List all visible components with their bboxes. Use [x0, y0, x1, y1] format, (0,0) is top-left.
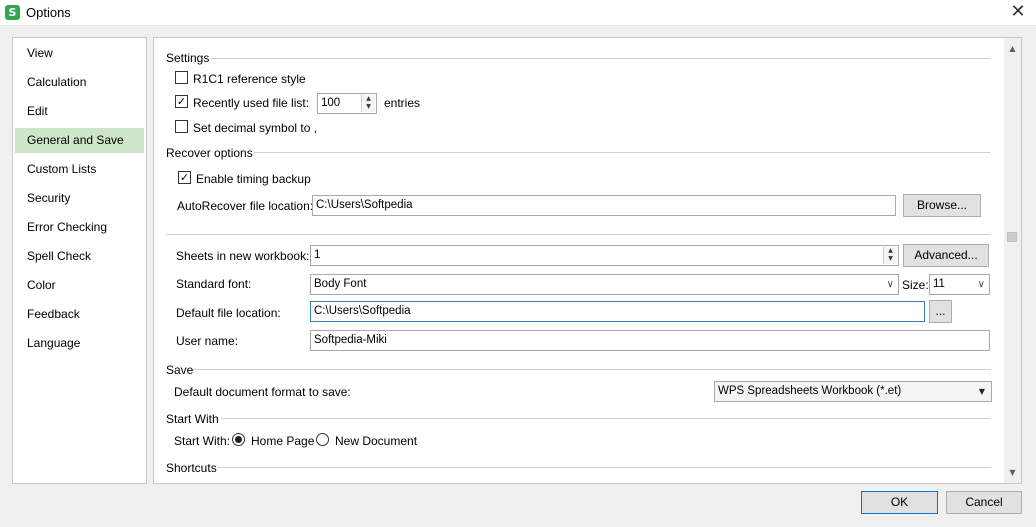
start-with-label: Start With: [174, 434, 231, 448]
app-logo-icon: S [5, 5, 20, 20]
sidebar-item-view[interactable]: View [15, 41, 144, 66]
autorecover-path-input[interactable]: C:\Users\Softpedia [312, 195, 896, 216]
timing-backup-checkbox[interactable]: ✓ [178, 171, 191, 184]
recent-files-count-value: 100 [321, 97, 341, 109]
decimal-symbol-checkbox[interactable] [175, 120, 188, 133]
start-with-section-title: Start With [166, 412, 219, 426]
sidebar-item-error-checking[interactable]: Error Checking [15, 215, 144, 240]
section-divider [166, 234, 991, 235]
options-category-list: View Calculation Edit General and Save C… [12, 37, 147, 484]
section-divider [221, 418, 991, 419]
chevron-down-icon: ∨ [886, 279, 894, 290]
section-divider [211, 58, 991, 59]
entries-label: entries [384, 96, 421, 110]
default-format-value: WPS Spreadsheets Workbook (*.et) [718, 385, 902, 397]
section-divider [217, 467, 991, 468]
default-file-location-input[interactable]: C:\Users\Softpedia [310, 301, 925, 322]
ok-button[interactable]: OK [861, 491, 938, 514]
autorecover-label: AutoRecover file location: [177, 199, 314, 213]
sidebar-item-custom-lists[interactable]: Custom Lists [15, 157, 144, 182]
default-file-location-label: Default file location: [176, 306, 281, 320]
sheets-count-input[interactable]: 1 ▲ ▼ [310, 245, 899, 266]
sidebar-item-general-and-save[interactable]: General and Save [15, 128, 144, 153]
sidebar-item-color[interactable]: Color [15, 273, 144, 298]
settings-section-title: Settings [166, 51, 210, 65]
font-size-select[interactable]: 11 ∨ [929, 274, 990, 295]
user-name-input[interactable]: Softpedia-Miki [310, 330, 990, 351]
browse-button[interactable]: Browse... [903, 194, 981, 217]
dropdown-arrow-icon: ▼ [978, 387, 985, 396]
recent-files-label: Recently used file list: [193, 96, 310, 110]
window-title: Options [26, 5, 71, 20]
save-section-title: Save [166, 363, 194, 377]
scrollbar-thumb[interactable] [1007, 232, 1017, 242]
new-document-label: New Document [335, 434, 418, 448]
user-name-label: User name: [176, 334, 239, 348]
home-page-label: Home Page [251, 434, 315, 448]
advanced-button[interactable]: Advanced... [903, 244, 989, 267]
close-icon[interactable]: ✕ [1008, 2, 1028, 22]
section-divider [193, 369, 991, 370]
settings-panel: Settings R1C1 reference style ✓ Recently… [153, 37, 1022, 484]
timing-backup-label: Enable timing backup [196, 172, 311, 186]
standard-font-label: Standard font: [176, 277, 252, 291]
recover-section-title: Recover options [166, 146, 253, 160]
sidebar-item-security[interactable]: Security [15, 186, 144, 211]
size-label: Size: [902, 278, 929, 292]
sidebar-item-calculation[interactable]: Calculation [15, 70, 144, 95]
default-format-label: Default document format to save: [174, 385, 351, 399]
default-format-select[interactable]: WPS Spreadsheets Workbook (*.et) ▼ [714, 381, 992, 402]
scroll-down-icon[interactable]: ▼ [1004, 464, 1021, 481]
sidebar-item-edit[interactable]: Edit [15, 99, 144, 124]
shortcuts-section-title: Shortcuts [166, 461, 217, 475]
font-size-value: 11 [933, 278, 945, 290]
standard-font-select[interactable]: Body Font ∨ [310, 274, 899, 295]
home-page-radio[interactable] [232, 433, 245, 446]
scroll-up-icon[interactable]: ▲ [1004, 40, 1021, 57]
decimal-symbol-label: Set decimal symbol to , [193, 121, 318, 135]
sheets-label: Sheets in new workbook: [176, 249, 310, 263]
standard-font-value: Body Font [314, 278, 367, 290]
section-divider [254, 152, 991, 153]
cancel-button[interactable]: Cancel [946, 491, 1022, 514]
sheets-count-value: 1 [314, 249, 321, 261]
sidebar-item-feedback[interactable]: Feedback [15, 302, 144, 327]
new-document-radio[interactable] [316, 433, 329, 446]
vertical-scrollbar[interactable]: ▲ ▼ [1004, 38, 1021, 483]
r1c1-label: R1C1 reference style [193, 72, 306, 86]
spin-arrows-icon[interactable]: ▲ ▼ [883, 247, 897, 264]
r1c1-checkbox[interactable] [175, 71, 188, 84]
chevron-down-icon: ∨ [977, 279, 985, 290]
spin-arrows-icon[interactable]: ▲ ▼ [361, 95, 375, 112]
sidebar-item-language[interactable]: Language [15, 331, 144, 356]
recent-files-checkbox[interactable]: ✓ [175, 95, 188, 108]
sidebar-item-spell-check[interactable]: Spell Check [15, 244, 144, 269]
choose-location-button[interactable]: ... [929, 300, 952, 323]
title-bar: S Options ✕ [0, 0, 1036, 26]
recent-files-count-input[interactable]: 100 ▲ ▼ [317, 93, 377, 114]
